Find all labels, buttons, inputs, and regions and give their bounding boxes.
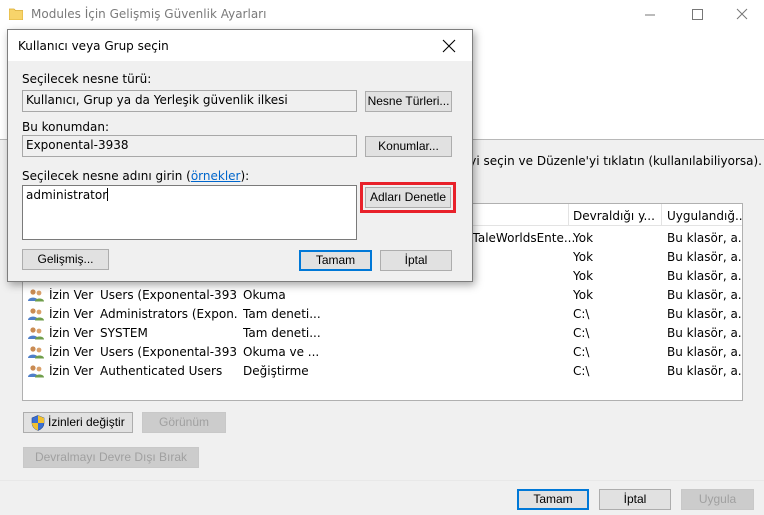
- object-names-label-suffix: ):: [240, 169, 250, 183]
- text-caret: [107, 188, 109, 201]
- window-title: Modules İçin Gelişmiş Güvenlik Ayarları: [31, 7, 267, 21]
- footer-divider: [0, 480, 764, 481]
- cell-principal: Authenticated Users: [100, 364, 223, 378]
- location-field: Exponental-3938: [22, 135, 357, 157]
- examples-link[interactable]: örnekler: [191, 169, 241, 183]
- cell-type: İzin Ver: [49, 288, 94, 302]
- cell-applies: Bu klasör, a...: [667, 250, 742, 264]
- location-label: Bu konumdan:: [22, 120, 110, 134]
- cell-inherited: C:\: [573, 364, 590, 378]
- change-permissions-button[interactable]: İzinleri değiştir: [23, 412, 133, 433]
- minimize-button[interactable]: [628, 0, 672, 30]
- locations-button[interactable]: Konumlar...: [365, 136, 452, 157]
- cell-inherited: C:\: [573, 345, 590, 359]
- close-icon: [442, 39, 456, 53]
- dialog-ok-button[interactable]: Tamam: [299, 250, 372, 271]
- view-button[interactable]: Görünüm: [142, 412, 226, 433]
- column-divider: [568, 204, 569, 226]
- cell-principal: Users (Exponental-393...: [100, 288, 238, 302]
- cell-inherited: Yok: [573, 250, 594, 264]
- dialog-title: Kullanıcı veya Grup seçin: [18, 39, 169, 53]
- cell-access: Okuma ve ...: [243, 345, 320, 359]
- cell-inherited: Yok: [573, 231, 594, 245]
- instruction-text: 'yi seçin ve Düzenle'yi tıklatın (kullan…: [466, 154, 762, 168]
- ok-button[interactable]: Tamam: [517, 489, 589, 510]
- advanced-button[interactable]: Gelişmiş...: [22, 249, 109, 270]
- column-header-applies[interactable]: Uygulandığ...: [667, 209, 742, 223]
- table-row[interactable]: İzin Ver Administrators (Expon... Tam dene…: [23, 305, 742, 324]
- dialog-close-button[interactable]: [441, 38, 457, 54]
- shield-icon: [31, 415, 45, 431]
- cell-access: Okuma: [243, 288, 286, 302]
- cell-applies: Bu klasör, a...: [667, 326, 742, 340]
- change-permissions-label: İzinleri değiştir: [48, 415, 125, 429]
- disable-inheritance-button[interactable]: Devralmayı Devre Dışı Bırak: [23, 447, 199, 468]
- users-icon: [28, 308, 44, 321]
- cell-applies: Bu klasör, a...: [667, 269, 742, 283]
- table-row[interactable]: İzin Ver SYSTEM Tam deneti... C:\ Bu klasör,…: [23, 324, 742, 343]
- users-icon: [28, 289, 44, 302]
- select-user-group-dialog: Kullanıcı veya Grup seçin Seçilecek nesn…: [7, 29, 473, 282]
- cell-type: İzin Ver: [49, 364, 94, 378]
- object-type-field: Kullanıcı, Grup ya da Yerleşik güvenlik …: [22, 90, 357, 112]
- object-type-label: Seçilecek nesne türü:: [22, 72, 152, 86]
- cell-access: Değiştirme: [243, 364, 309, 378]
- cell-inherited: C:\: [573, 326, 590, 340]
- folder-icon: [9, 8, 23, 20]
- cell-type: İzin Ver: [49, 307, 94, 321]
- cell-type: İzin Ver: [49, 326, 94, 340]
- cell-applies: Bu klasör, a...: [667, 345, 742, 359]
- table-row[interactable]: İzin Ver Users (Exponental-393... Okuma ve…: [23, 343, 742, 362]
- cell-access: Tam deneti...: [243, 307, 321, 321]
- check-names-button[interactable]: Adları Denetle: [365, 187, 451, 208]
- object-names-label: Seçilecek nesne adını girin (örnekler):: [22, 169, 249, 183]
- minimize-icon: [645, 14, 655, 16]
- cell-type: İzin Ver: [49, 345, 94, 359]
- column-divider: [661, 204, 662, 226]
- cancel-button[interactable]: İptal: [599, 489, 671, 510]
- object-types-button[interactable]: Nesne Türleri...: [365, 91, 452, 112]
- window-close-button[interactable]: [720, 0, 764, 30]
- maximize-icon: [692, 9, 703, 20]
- apply-button[interactable]: Uygula: [681, 489, 754, 510]
- users-icon: [28, 327, 44, 340]
- window-titlebar: Modules İçin Gelişmiş Güvenlik Ayarları: [0, 0, 764, 30]
- close-icon: [736, 8, 748, 20]
- users-icon: [28, 365, 44, 378]
- cell-applies: Bu klasör, a...: [667, 364, 742, 378]
- table-row[interactable]: İzin Ver Authenticated Users Değiştirme C:\…: [23, 362, 742, 381]
- cell-inherited: C:\: [573, 307, 590, 321]
- cell-applies: Bu klasör, a...: [667, 307, 742, 321]
- dialog-cancel-button[interactable]: İptal: [380, 250, 452, 271]
- cell-principal: SYSTEM: [100, 326, 148, 340]
- users-icon: [28, 346, 44, 359]
- cell-applies: Bu klasör, a...: [667, 288, 742, 302]
- cell-inherited: Yok: [573, 269, 594, 283]
- table-row[interactable]: İzin Ver Users (Exponental-393... Okuma Yok…: [23, 286, 742, 305]
- dialog-titlebar: Kullanıcı veya Grup seçin: [8, 30, 472, 61]
- object-names-value: administrator: [26, 188, 108, 202]
- cell-principal: Administrators (Expon...: [100, 307, 238, 321]
- cell-applies: Bu klasör, a...: [667, 231, 742, 245]
- object-names-input[interactable]: administrator: [22, 185, 357, 240]
- cell-access: Tam deneti...: [243, 326, 321, 340]
- column-header-inherited[interactable]: Devraldığı y...: [573, 209, 655, 223]
- object-names-label-prefix: Seçilecek nesne adını girin (: [22, 169, 191, 183]
- cell-inherited: Yok: [573, 288, 594, 302]
- cell-principal: Users (Exponental-393...: [100, 345, 238, 359]
- maximize-button[interactable]: [675, 0, 719, 30]
